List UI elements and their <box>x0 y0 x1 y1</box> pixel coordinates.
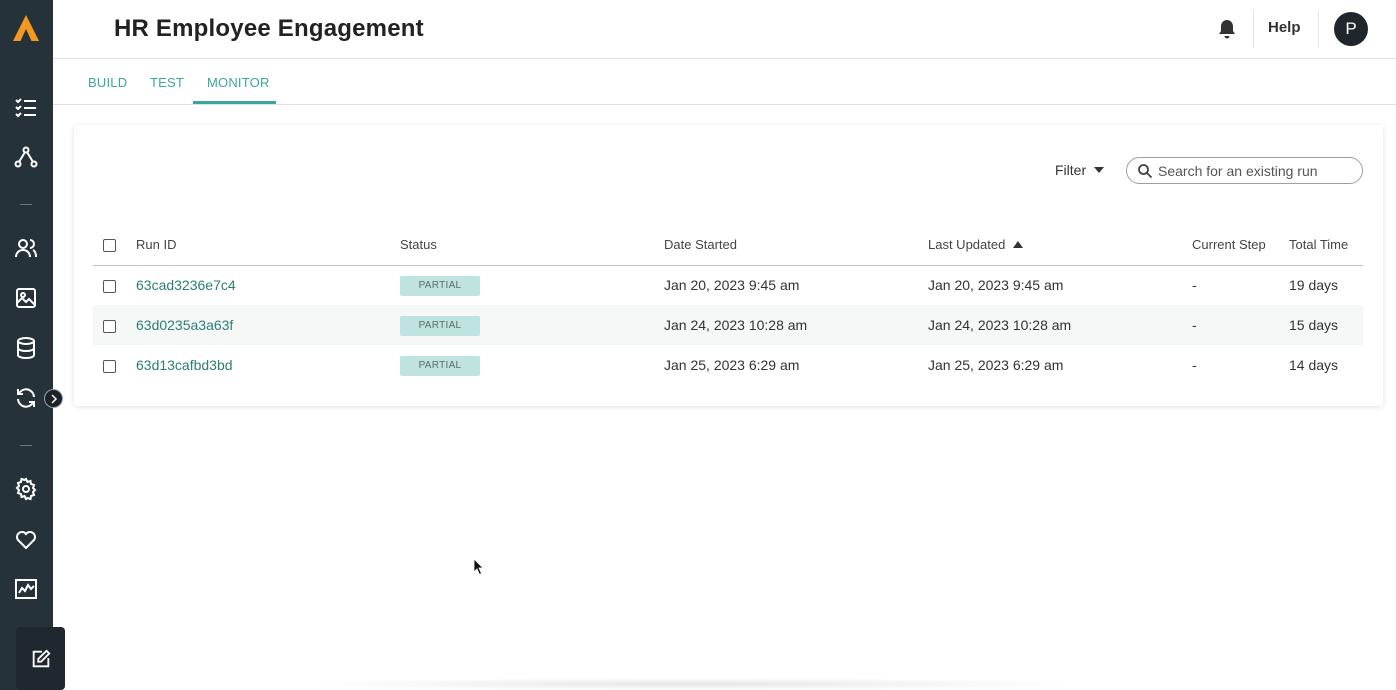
filter-dropdown[interactable]: Filter <box>1055 162 1105 178</box>
row-checkbox[interactable] <box>103 359 116 373</box>
tab-test[interactable]: TEST <box>150 75 184 90</box>
table-header-row: Run ID Status Date Started Last Updated … <box>93 225 1363 266</box>
heart-icon <box>16 531 36 550</box>
select-all-checkbox[interactable] <box>103 239 116 253</box>
tab-bar: BUILD TEST MONITOR <box>53 60 1396 105</box>
date-started-cell: Jan 24, 2023 10:28 am <box>664 305 928 345</box>
row-checkbox[interactable] <box>103 319 116 333</box>
current-step-cell: - <box>1192 305 1289 345</box>
sidebar-item-workflow[interactable] <box>12 143 40 171</box>
row-checkbox[interactable] <box>103 280 116 294</box>
status-badge: PARTIAL <box>400 315 480 336</box>
table-row[interactable]: 63cad3236e7c4 PARTIAL Jan 20, 2023 9:45 … <box>93 265 1363 305</box>
caret-down-icon <box>1094 167 1105 173</box>
mouse-cursor-icon <box>473 558 484 576</box>
search-box <box>1126 157 1363 184</box>
database-icon <box>17 337 35 360</box>
search-input[interactable] <box>1158 162 1348 179</box>
sidebar-item-images[interactable] <box>12 284 40 312</box>
sidebar-divider <box>20 445 32 446</box>
column-header-date-started[interactable]: Date Started <box>664 225 928 266</box>
edit-icon <box>32 648 51 667</box>
current-step-cell: - <box>1192 277 1197 294</box>
date-started-cell: Jan 20, 2023 9:45 am <box>664 277 800 294</box>
column-header-status[interactable]: Status <box>400 225 664 266</box>
last-updated-cell: Jan 20, 2023 9:45 am <box>928 277 1064 294</box>
page-title: HR Employee Engagement <box>114 15 424 42</box>
header-separator <box>1318 10 1319 48</box>
column-header-run-id[interactable]: Run ID <box>136 225 400 266</box>
settings-icon <box>15 477 37 501</box>
status-badge: PARTIAL <box>400 275 480 296</box>
current-step-cell: - <box>1192 357 1197 373</box>
avatar[interactable]: P <box>1334 12 1368 46</box>
sidebar-item-edit[interactable] <box>16 627 65 690</box>
run-id-link[interactable]: 63cad3236e7c4 <box>136 277 236 293</box>
total-time-cell: 14 days <box>1289 357 1339 373</box>
column-header-last-updated-label: Last Updated <box>928 237 1006 253</box>
total-time-cell: 15 days <box>1289 305 1363 345</box>
chart-icon <box>15 579 37 599</box>
run-id-link[interactable]: 63d0235a3a63f <box>136 317 233 333</box>
sidebar-divider <box>20 204 32 205</box>
sidebar-item-users[interactable] <box>12 234 40 262</box>
column-header-total-time[interactable]: Total Time <box>1289 225 1363 266</box>
sidebar-item-tasks[interactable] <box>12 93 40 121</box>
app-logo-icon[interactable] <box>10 12 42 44</box>
sidebar-expand-button[interactable] <box>44 389 63 408</box>
top-header: HR Employee Engagement Help P <box>53 0 1396 59</box>
image-icon <box>16 288 36 308</box>
sort-ascending-icon[interactable] <box>1013 241 1024 249</box>
table-row[interactable]: 63d0235a3a63f PARTIAL Jan 24, 2023 10:28… <box>93 305 1363 345</box>
filter-label: Filter <box>1055 162 1087 178</box>
sidebar-item-settings[interactable] <box>12 475 40 503</box>
run-id-link[interactable]: 63d13cafbd3bd <box>136 357 233 373</box>
chevron-right-icon <box>50 393 57 404</box>
sidebar-item-runs[interactable] <box>12 384 40 412</box>
status-badge: PARTIAL <box>400 355 480 376</box>
help-link[interactable]: Help <box>1268 19 1301 36</box>
date-started-cell: Jan 25, 2023 6:29 am <box>664 357 800 373</box>
header-separator <box>1253 10 1254 48</box>
sidebar-item-favorites[interactable] <box>12 525 40 553</box>
active-tab-indicator <box>193 101 276 104</box>
tab-monitor[interactable]: MONITOR <box>207 75 270 90</box>
last-updated-cell: Jan 24, 2023 10:28 am <box>928 305 1192 345</box>
tab-build[interactable]: BUILD <box>88 75 127 90</box>
search-icon <box>1138 163 1153 178</box>
runs-table: Run ID Status Date Started Last Updated … <box>93 225 1363 385</box>
sidebar-item-analytics[interactable] <box>12 575 40 603</box>
sidebar <box>0 0 65 690</box>
column-header-current-step[interactable]: Current Step <box>1192 225 1289 266</box>
column-header-last-updated[interactable]: Last Updated <box>928 225 1192 266</box>
runs-card: Filter Run ID Status Date Started Last U… <box>74 125 1383 406</box>
total-time-cell: 19 days <box>1289 277 1339 294</box>
sync-icon <box>17 388 35 408</box>
bottom-shadow <box>290 678 1090 690</box>
users-icon <box>15 239 37 258</box>
sidebar-item-data[interactable] <box>12 334 40 362</box>
task-list-icon <box>15 98 36 118</box>
last-updated-cell: Jan 25, 2023 6:29 am <box>928 357 1064 373</box>
workflow-icon <box>14 146 38 168</box>
table-row[interactable]: 63d13cafbd3bd PARTIAL Jan 25, 2023 6:29 … <box>93 345 1363 385</box>
notification-bell-icon[interactable] <box>1215 17 1239 41</box>
